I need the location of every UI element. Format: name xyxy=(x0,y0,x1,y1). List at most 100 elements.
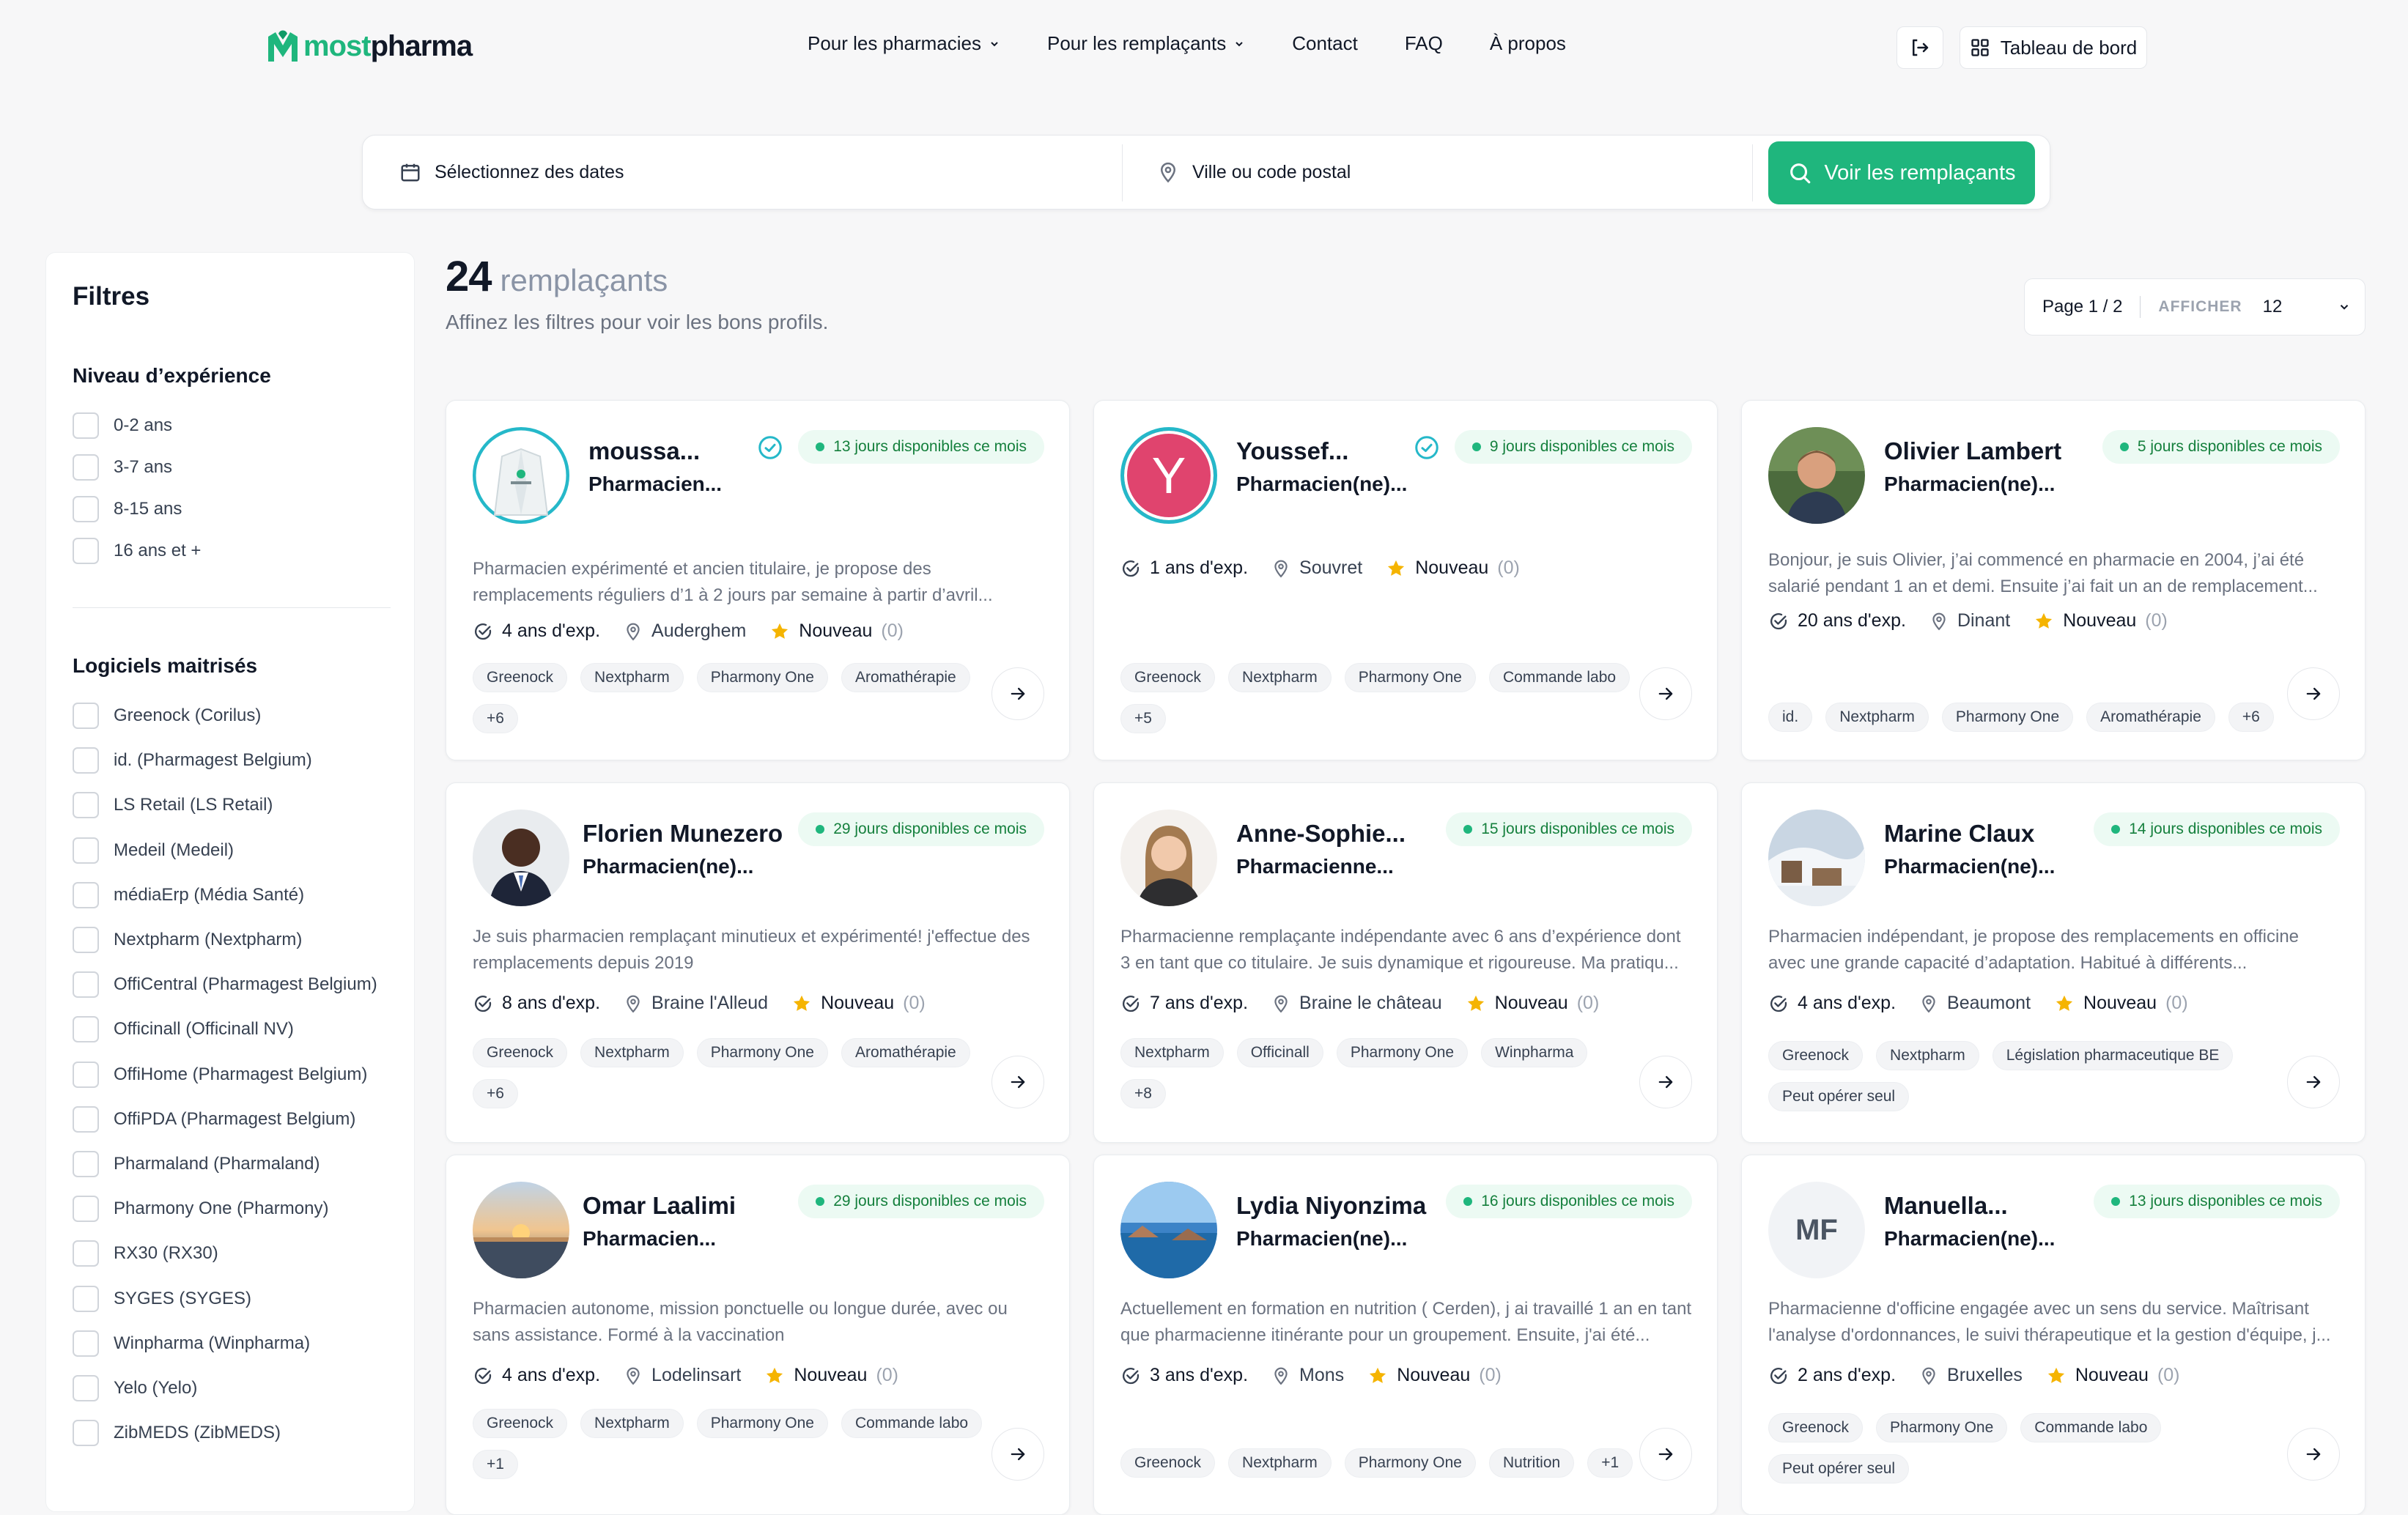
search-button[interactable]: Voir les remplaçants xyxy=(1768,141,2035,204)
open-profile-button[interactable] xyxy=(1639,1428,1692,1481)
software-option[interactable]: SYGES (SYGES) xyxy=(73,1285,251,1312)
software-option[interactable]: Pharmaland (Pharmaland) xyxy=(73,1151,320,1177)
results-count-label: remplaçants xyxy=(500,263,668,297)
software-option[interactable]: LS Retail (LS Retail) xyxy=(73,792,273,819)
status-dot-icon xyxy=(2119,442,2129,451)
skill-tag: Commande labo xyxy=(1489,663,1630,692)
software-option[interactable]: OffiCentral (Pharmagest Belgium) xyxy=(73,971,377,999)
open-profile-button[interactable] xyxy=(991,1428,1044,1481)
checkbox[interactable] xyxy=(73,1196,99,1223)
checkbox[interactable] xyxy=(73,792,99,819)
checkbox[interactable] xyxy=(73,538,99,564)
open-profile-button[interactable] xyxy=(1639,1056,1692,1108)
checkbox[interactable] xyxy=(73,1016,99,1043)
skill-tag: Aromathérapie xyxy=(2086,703,2215,732)
star-icon xyxy=(1388,560,1405,576)
checkbox[interactable] xyxy=(73,1375,99,1401)
software-option-label: Greenock (Corilus) xyxy=(114,705,262,725)
check-circle-icon xyxy=(475,995,492,1012)
location-stat: Braine l'Alleud xyxy=(624,993,768,1014)
star-icon xyxy=(1370,1367,1386,1383)
software-option[interactable]: Winpharma (Winpharma) xyxy=(73,1330,310,1357)
software-option[interactable]: Officinall (Officinall NV) xyxy=(73,1016,294,1043)
location-stat: Lodelinsart xyxy=(624,1365,741,1386)
checkbox[interactable] xyxy=(73,1105,99,1133)
checkbox[interactable] xyxy=(73,1285,99,1312)
check-circle-icon xyxy=(475,1367,492,1384)
nav-pharmacies[interactable]: Pour les pharmacies xyxy=(808,32,1000,55)
checkbox[interactable] xyxy=(73,454,99,481)
software-option[interactable]: Greenock (Corilus) xyxy=(73,703,261,729)
dashboard-button[interactable]: Tableau de bord xyxy=(1960,26,2147,69)
per-page-select[interactable]: 12 xyxy=(2263,297,2351,317)
replacement-card[interactable]: Omar Laalimi Pharmacien... 29 jours disp… xyxy=(446,1155,1070,1515)
availability-text: 14 jours disponibles ce mois xyxy=(2129,821,2322,837)
software-option[interactable]: RX30 (RX30) xyxy=(73,1240,218,1267)
checkbox[interactable] xyxy=(73,703,99,729)
replacement-card[interactable]: Y Youssef... Pharmacien(ne)... 9 jours d… xyxy=(1093,400,1718,760)
open-profile-button[interactable] xyxy=(2287,667,2340,720)
location-text: Souvret xyxy=(1299,558,1363,578)
open-profile-button[interactable] xyxy=(1639,667,1692,720)
checkbox[interactable] xyxy=(73,927,99,953)
software-option[interactable]: médiaErp (Média Santé) xyxy=(73,881,304,908)
status-dot-icon xyxy=(2111,825,2121,834)
software-option[interactable]: id. (Pharmagest Belgium) xyxy=(73,747,312,774)
candidate-name: Olivier Lambert xyxy=(1884,437,2062,464)
experience-option[interactable]: 3-7 ans xyxy=(73,454,172,481)
software-option[interactable]: Nextpharm (Nextpharm) xyxy=(73,927,302,953)
rating-stat: Nouveau (0) xyxy=(2034,610,2168,631)
skill-tag: Pharmony One xyxy=(696,1409,828,1438)
replacement-card[interactable]: moussa... Pharmacien... 13 jours disponi… xyxy=(446,400,1070,760)
nav-contact[interactable]: Contact xyxy=(1292,32,1358,55)
rating-stat: Nouveau (0) xyxy=(2046,1365,2180,1386)
replacement-card[interactable]: Marine Claux Pharmacien(ne)... 14 jours … xyxy=(1741,782,2365,1143)
checkbox[interactable] xyxy=(73,1061,99,1088)
checkbox[interactable] xyxy=(73,1420,99,1447)
checkbox[interactable] xyxy=(73,881,99,908)
skill-tag: Pharmony One xyxy=(1336,1038,1469,1067)
availability-badge: 14 jours disponibles ce mois xyxy=(2094,812,2340,846)
logout-button[interactable] xyxy=(1897,26,1943,69)
nav-faq[interactable]: FAQ xyxy=(1405,32,1443,55)
checkbox[interactable] xyxy=(73,1330,99,1357)
city-field[interactable]: Ville ou code postal xyxy=(1157,136,1351,209)
open-profile-button[interactable] xyxy=(991,667,1044,720)
software-option[interactable]: Yelo (Yelo) xyxy=(73,1375,197,1401)
experience-stat: 2 ans d'exp. xyxy=(1768,1365,1896,1386)
nav-a-propos[interactable]: À propos xyxy=(1490,32,1566,55)
software-option[interactable]: Medeil (Medeil) xyxy=(73,837,234,864)
checkbox[interactable] xyxy=(73,1151,99,1177)
checkbox[interactable] xyxy=(73,971,99,999)
software-option[interactable]: OffiHome (Pharmagest Belgium) xyxy=(73,1061,367,1088)
replacement-card[interactable]: Lydia Niyonzima Pharmacien(ne)... 16 jou… xyxy=(1093,1155,1718,1515)
replacement-card[interactable]: MF Manuella... Pharmacien(ne)... 13 jour… xyxy=(1741,1155,2365,1515)
open-profile-button[interactable] xyxy=(2287,1428,2340,1481)
replacement-card[interactable]: Anne-Sophie... Pharmacienne... 15 jours … xyxy=(1093,782,1718,1143)
city-placeholder: Ville ou code postal xyxy=(1192,161,1351,182)
rating-text: Nouveau xyxy=(1494,993,1568,1013)
software-option[interactable]: Pharmony One (Pharmony) xyxy=(73,1196,328,1223)
replacement-card[interactable]: Florien Munezero Pharmacien(ne)... 29 jo… xyxy=(446,782,1070,1143)
checkbox[interactable] xyxy=(73,412,99,439)
checkbox[interactable] xyxy=(73,1240,99,1267)
checkbox[interactable] xyxy=(73,496,99,522)
experience-option[interactable]: 8-15 ans xyxy=(73,496,182,522)
software-option[interactable]: OffiPDA (Pharmagest Belgium) xyxy=(73,1105,355,1133)
experience-option[interactable]: 0-2 ans xyxy=(73,412,172,439)
experience-option[interactable]: 16 ans et + xyxy=(73,538,201,564)
replacement-card[interactable]: Olivier Lambert Pharmacien(ne)... 5 jour… xyxy=(1741,400,2365,760)
star-icon xyxy=(2056,995,2073,1011)
open-profile-button[interactable] xyxy=(2287,1056,2340,1108)
location-stat: Braine le château xyxy=(1271,993,1442,1014)
logo[interactable]: mostpharma xyxy=(267,29,473,63)
nav-remplacants[interactable]: Pour les remplaçants xyxy=(1047,32,1245,55)
experience-text: 8 ans d'exp. xyxy=(502,993,601,1013)
checkbox[interactable] xyxy=(73,837,99,864)
software-option[interactable]: ZibMEDS (ZibMEDS) xyxy=(73,1420,281,1447)
avatar-initial: Y xyxy=(1151,447,1186,504)
open-profile-button[interactable] xyxy=(991,1056,1044,1108)
availability-text: 13 jours disponibles ce mois xyxy=(2129,1193,2322,1210)
checkbox[interactable] xyxy=(73,747,99,774)
dates-field[interactable]: Sélectionnez des dates xyxy=(399,136,624,209)
